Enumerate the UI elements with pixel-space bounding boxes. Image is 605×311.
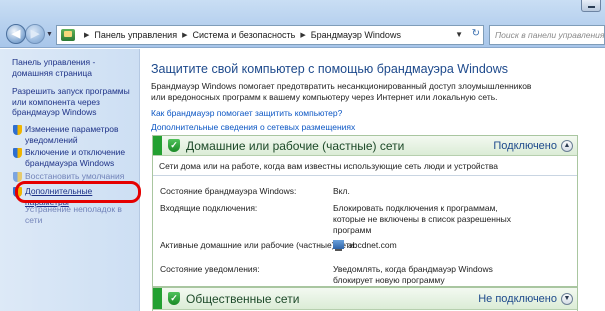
- public-network-panel: ✓ Общественные сети Не подключено ▼: [152, 287, 578, 311]
- sidebar: Панель управления - домашняя страница Ра…: [0, 49, 140, 311]
- forward-arrow-icon[interactable]: ▶: [25, 24, 45, 44]
- address-bar[interactable]: ▶ Панель управления ▶ Система и безопасн…: [56, 25, 484, 45]
- sidebar-item-troubleshoot[interactable]: Устранение неполадок в сети: [25, 204, 137, 225]
- firewall-state-value: Вкл.: [333, 186, 350, 196]
- notification-state-value: Уведомлять, когда брандмауэр Windows бло…: [333, 264, 493, 285]
- minimize-button[interactable]: [581, 0, 601, 12]
- home-network-status: Подключено: [493, 140, 557, 152]
- home-network-body: Сети дома или на работе, когда вам извес…: [153, 156, 577, 286]
- address-dropdown-icon[interactable]: ▼: [455, 30, 463, 39]
- sidebar-item-notifications[interactable]: Изменение параметров уведомлений: [13, 124, 137, 145]
- window-chrome: ◀ ▶ ▼ ▶ Панель управления ▶ Система и бе…: [0, 0, 605, 48]
- public-network-status: Не подключено: [478, 293, 557, 305]
- page-title: Защитите свой компьютер с помощью брандм…: [151, 62, 509, 76]
- active-network-name: abcdnet.com: [348, 240, 397, 250]
- breadcrumb-separator-icon[interactable]: ▶: [182, 31, 187, 39]
- search-input[interactable]: Поиск в панели управления: [489, 25, 605, 45]
- back-arrow-icon[interactable]: ◀: [6, 24, 26, 44]
- incoming-label: Входящие подключения:: [160, 203, 258, 213]
- public-network-header[interactable]: ✓ Общественные сети Не подключено ▼: [153, 288, 577, 310]
- status-bar: [153, 136, 162, 155]
- sidebar-item-home[interactable]: Панель управления - домашняя страница: [12, 57, 132, 78]
- status-bar: [153, 288, 162, 309]
- chevron-down-icon[interactable]: ▼: [561, 293, 573, 305]
- main-content: Защитите свой компьютер с помощью брандм…: [141, 49, 605, 311]
- home-network-panel: ✓ Домашние или рабочие (частные) сети По…: [152, 135, 578, 287]
- breadcrumb-firewall[interactable]: Брандмауэр Windows: [311, 30, 401, 40]
- sidebar-item-restore-defaults[interactable]: Восстановить умолчания: [13, 171, 137, 182]
- link-network-locations[interactable]: Дополнительные сведения о сетевых размещ…: [151, 122, 355, 132]
- refresh-icon[interactable]: ↻: [472, 28, 480, 39]
- firewall-state-label: Состояние брандмауэра Windows:: [160, 186, 297, 196]
- sidebar-item-toggle-firewall[interactable]: Включение и отключение брандмауэра Windo…: [13, 147, 137, 168]
- home-network-title: Домашние или рабочие (частные) сети: [186, 139, 405, 153]
- link-how-firewall-helps[interactable]: Как брандмауэр помогает защитить компьют…: [151, 108, 342, 118]
- public-network-title: Общественные сети: [186, 292, 300, 306]
- breadcrumb-control-panel[interactable]: Панель управления: [94, 30, 177, 40]
- incoming-value: Блокировать подключения к программам, ко…: [333, 203, 512, 235]
- highlight-circle: [15, 181, 141, 203]
- active-networks-label: Активные домашние или рабочие (частные) …: [160, 240, 357, 250]
- network-icon: [333, 240, 344, 251]
- active-networks-value: abcdnet.com: [333, 240, 573, 251]
- chevron-up-icon[interactable]: ▲: [561, 140, 573, 152]
- history-dropdown-icon[interactable]: ▼: [46, 31, 53, 38]
- breadcrumb-separator-icon[interactable]: ▶: [300, 31, 305, 39]
- control-panel-icon: [61, 29, 75, 41]
- breadcrumb-system-security[interactable]: Система и безопасность: [192, 30, 295, 40]
- notification-state-label: Состояние уведомления:: [160, 264, 260, 274]
- home-network-header[interactable]: ✓ Домашние или рабочие (частные) сети По…: [153, 136, 577, 156]
- sidebar-item-allow-program[interactable]: Разрешить запуск программы или компонент…: [12, 86, 137, 118]
- shield-check-icon: ✓: [168, 292, 180, 305]
- breadcrumb-separator-icon[interactable]: ▶: [84, 31, 89, 39]
- shield-check-icon: ✓: [168, 139, 180, 152]
- home-network-note: Сети дома или на работе, когда вам извес…: [153, 156, 577, 176]
- page-description: Брандмауэр Windows помогает предотвратит…: [151, 81, 532, 102]
